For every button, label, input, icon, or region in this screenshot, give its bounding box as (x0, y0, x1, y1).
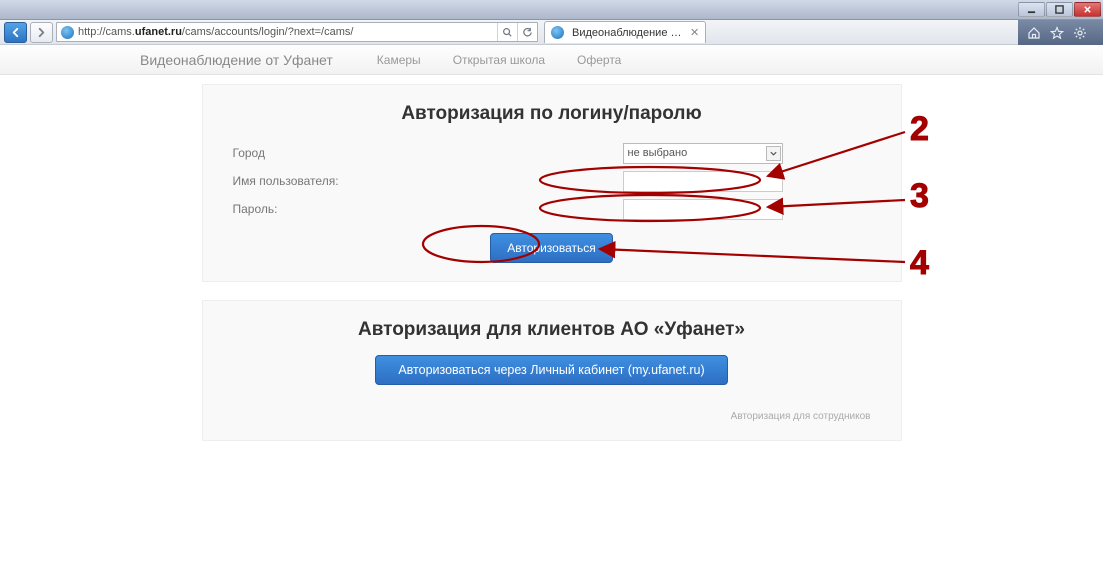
forward-button[interactable] (30, 22, 53, 43)
username-label: Имя пользователя: (233, 174, 493, 188)
login-panel: Авторизация по логину/паролю Город не вы… (202, 84, 902, 282)
password-input[interactable] (623, 199, 783, 220)
staff-auth-link[interactable]: Авторизация для сотрудников (233, 411, 871, 422)
gear-icon[interactable] (1072, 25, 1087, 40)
username-input[interactable] (623, 171, 783, 192)
window-titlebar (0, 0, 1103, 20)
password-label: Пароль: (233, 202, 493, 216)
city-selected-value: не выбрано (628, 147, 688, 159)
client-panel: Авторизация для клиентов АО «Уфанет» Авт… (202, 300, 902, 441)
star-icon[interactable] (1049, 25, 1064, 40)
tab-close-button[interactable]: ✕ (690, 26, 699, 39)
ie-icon (551, 26, 564, 39)
browser-tab[interactable]: Видеонаблюдение от Уфа... ✕ (544, 21, 706, 43)
address-bar[interactable]: http://cams.ufanet.ru/cams/accounts/logi… (56, 22, 538, 42)
city-select[interactable]: не выбрано (623, 143, 783, 164)
window-close-button[interactable] (1074, 2, 1101, 17)
client-login-button[interactable]: Авторизоваться через Личный кабинет (my.… (375, 355, 727, 385)
ie-icon (61, 26, 74, 39)
client-heading: Авторизация для клиентов АО «Уфанет» (233, 319, 871, 341)
search-dropdown[interactable] (497, 23, 517, 41)
login-heading: Авторизация по логину/паролю (233, 103, 871, 125)
login-submit-button[interactable]: Авторизоваться (490, 233, 612, 263)
city-label: Город (233, 146, 493, 160)
nav-link-cameras[interactable]: Камеры (377, 53, 421, 67)
nav-link-offer[interactable]: Оферта (577, 53, 621, 67)
chevron-down-icon (766, 146, 781, 161)
brand-title: Видеонаблюдение от Уфанет (140, 52, 333, 68)
browser-right-buttons (1018, 20, 1103, 45)
browser-toolbar: http://cams.ufanet.ru/cams/accounts/logi… (0, 20, 1018, 45)
nav-link-open-school[interactable]: Открытая школа (453, 53, 545, 67)
window-minimize-button[interactable] (1018, 2, 1045, 17)
site-nav: Видеонаблюдение от Уфанет Камеры Открыта… (0, 45, 1103, 75)
tab-title: Видеонаблюдение от Уфа... (572, 27, 682, 39)
window-maximize-button[interactable] (1046, 2, 1073, 17)
refresh-button[interactable] (517, 23, 537, 41)
address-url: http://cams.ufanet.ru/cams/accounts/logi… (78, 26, 497, 38)
home-icon[interactable] (1026, 25, 1041, 40)
back-button[interactable] (4, 22, 27, 43)
